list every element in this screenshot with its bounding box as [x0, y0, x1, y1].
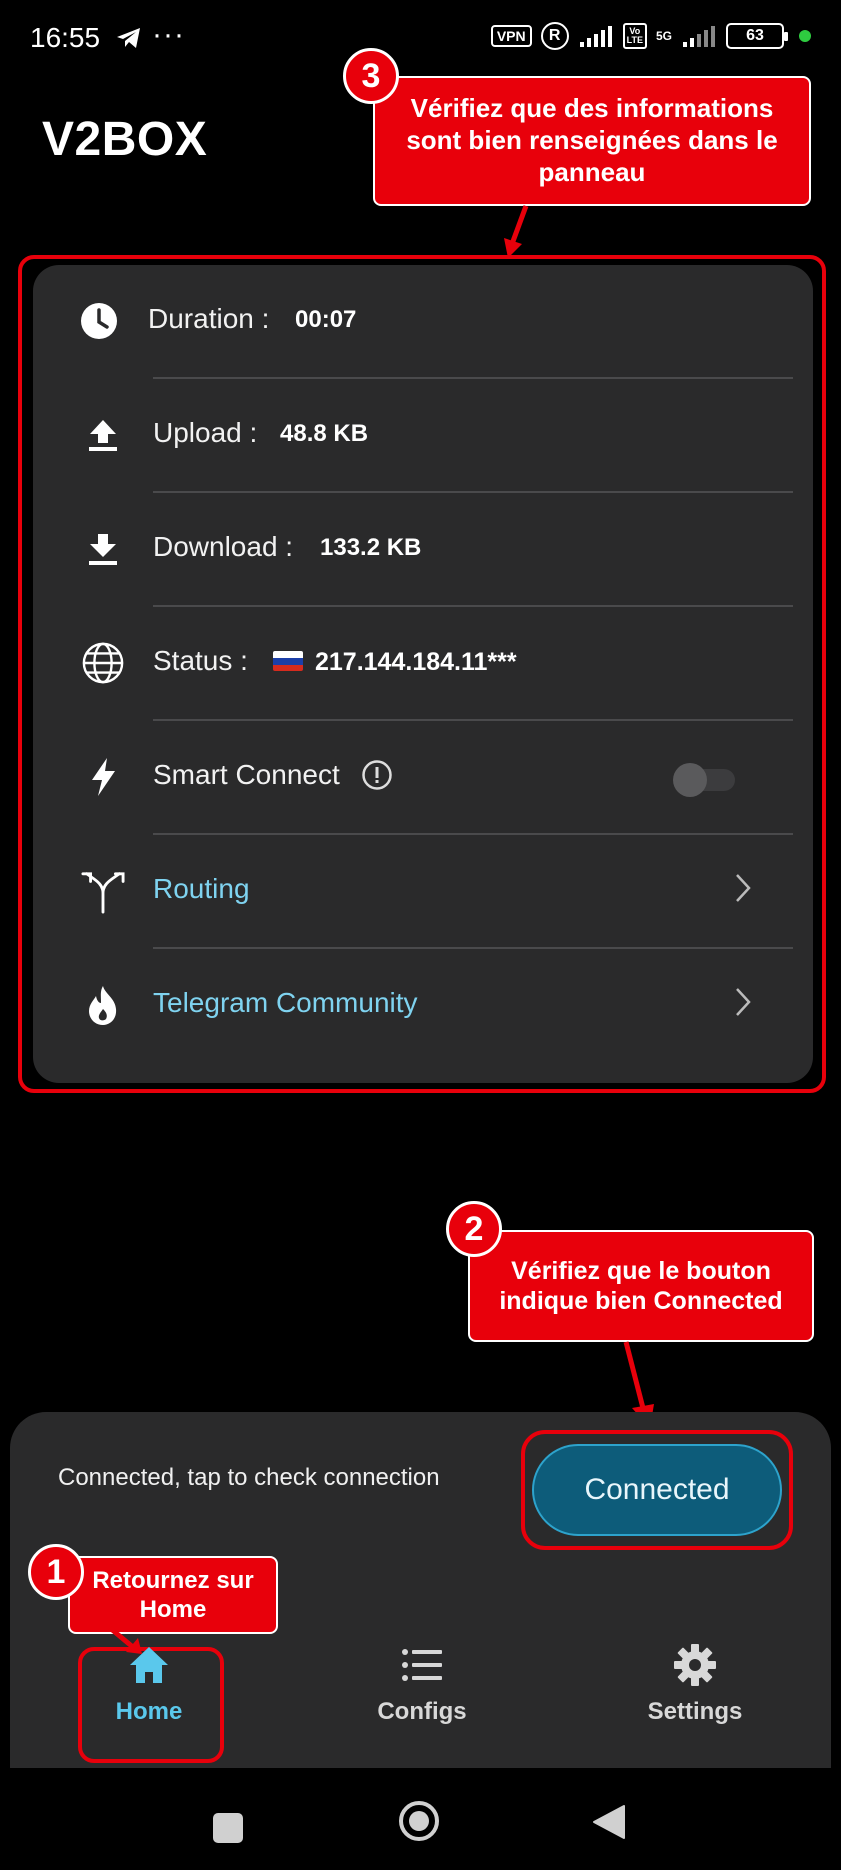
callout-number-2: 2: [446, 1201, 502, 1257]
callout-number-3: 3: [343, 48, 399, 104]
info-icon[interactable]: [361, 759, 393, 796]
upload-label: Upload :: [153, 417, 258, 448]
5g-icon: 5G: [655, 29, 672, 43]
routing-row[interactable]: Routing: [33, 835, 813, 949]
smart-connect-row: Smart Connect: [33, 721, 813, 835]
telegram-row[interactable]: Telegram Community: [33, 949, 813, 1063]
routing-fork-icon: [81, 869, 125, 914]
upload-row: Upload : 48.8 KB: [33, 379, 813, 493]
download-label: Download :: [153, 531, 294, 562]
clock-icon: [77, 299, 121, 343]
flame-icon: [81, 983, 125, 1027]
battery-icon: 63: [726, 23, 788, 49]
overflow-dots-icon: ···: [152, 18, 185, 51]
callout-panel-check-text: Vérifiez que des informations sont bien …: [406, 93, 778, 187]
upload-icon: [81, 413, 125, 457]
registered-icon: R: [540, 22, 569, 50]
list-icon: [342, 1640, 502, 1690]
nav-tab-configs-label: Configs: [377, 1698, 467, 1725]
smart-connect-toggle[interactable]: [673, 763, 737, 797]
recents-button-icon[interactable]: [212, 1812, 244, 1849]
download-row: Download : 133.2 KB: [33, 493, 813, 607]
signal-icon: [579, 26, 612, 47]
nav-tab-settings-label: Settings: [647, 1698, 743, 1725]
home-icon: [69, 1640, 229, 1690]
signal-icon-2: [683, 26, 715, 47]
connect-button[interactable]: Connected: [532, 1444, 782, 1536]
duration-row: Duration : 00:07: [33, 265, 813, 379]
back-button-icon[interactable]: [592, 1804, 626, 1845]
telegram-notification-icon: [116, 26, 142, 55]
status-value-wrap: 217.144.184.11***: [273, 648, 517, 677]
routing-label[interactable]: Routing: [153, 873, 250, 905]
toggle-knob: [673, 763, 707, 797]
download-value: 133.2 KB: [320, 534, 422, 561]
status-label: Status :: [153, 645, 248, 676]
upload-value: 48.8 KB: [280, 420, 369, 447]
nav-tab-configs[interactable]: Configs: [342, 1640, 502, 1726]
callout-panel-check: Vérifiez que des informations sont bien …: [373, 76, 811, 206]
home-system-button-icon[interactable]: [398, 1800, 440, 1847]
callout-home-return: Retournez sur Home: [68, 1556, 278, 1634]
duration-value: 00:07: [295, 306, 357, 333]
nav-tab-settings[interactable]: Settings: [615, 1640, 775, 1726]
volte-icon: Vo LTE: [622, 23, 647, 49]
smart-connect-label: Smart Connect: [153, 759, 340, 790]
globe-icon: [81, 641, 125, 685]
gear-icon: [615, 1640, 775, 1690]
status-icons: VPN R Vo LTE 5G 63: [490, 22, 811, 50]
connection-hint[interactable]: Connected, tap to check connection: [58, 1464, 440, 1492]
telegram-community-label[interactable]: Telegram Community: [153, 987, 418, 1019]
status-row: Status : 217.144.184.11***: [33, 607, 813, 721]
callout-home-return-text: Retournez sur Home: [92, 1566, 254, 1623]
callout-arrow-3: [504, 205, 529, 258]
stats-panel: Duration : 00:07 Upload : 48.8 KB Downlo…: [33, 265, 813, 1083]
bolt-icon: [81, 755, 125, 799]
download-icon: [81, 527, 125, 571]
vpn-icon: VPN: [490, 25, 532, 47]
status-bar: 16:55 ··· VPN R Vo LTE 5G 63: [0, 0, 841, 80]
status-time: 16:55: [30, 22, 101, 53]
russia-flag-icon: [273, 651, 303, 672]
callout-button-check-text: Vérifiez que le bouton indique bien Conn…: [499, 1256, 783, 1316]
status-ip-value: 217.144.184.11***: [315, 648, 517, 676]
callout-button-check: Vérifiez que le bouton indique bien Conn…: [468, 1230, 814, 1342]
duration-label: Duration :: [148, 303, 270, 334]
privacy-indicator-dot: [799, 30, 811, 42]
chevron-right-icon: [733, 985, 753, 1024]
app-title: V2BOX: [42, 113, 208, 166]
nav-tab-home-label: Home: [115, 1698, 183, 1725]
nav-tab-home[interactable]: Home: [69, 1640, 229, 1726]
chevron-right-icon: [733, 871, 753, 910]
callout-number-1: 1: [28, 1544, 84, 1600]
